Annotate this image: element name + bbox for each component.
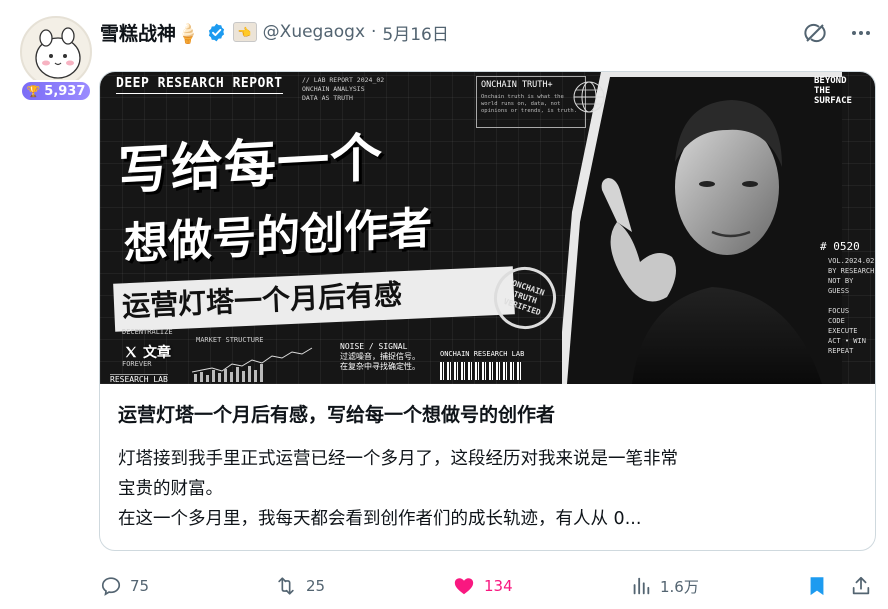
globe-icon: [573, 81, 605, 113]
lab-meta-line: DATA AS TRUTH: [302, 94, 353, 102]
tweet-date[interactable]: 5月16日: [382, 20, 448, 45]
reply-button[interactable]: 75: [100, 570, 149, 602]
headline-line1: 写给每一个: [118, 128, 384, 202]
research-lab-label: RESEARCH LAB: [110, 374, 168, 384]
author-avatar-container[interactable]: 🏆 5,937: [18, 16, 94, 104]
side-data-line: REPEAT: [828, 347, 854, 355]
side-data-line: [828, 296, 875, 306]
beyond-line: THE: [814, 86, 831, 96]
beyond-the-surface: BEYOND THE SURFACE: [814, 76, 852, 106]
onchain-box-sub: Onchain truth is what the world runs on,…: [481, 94, 578, 114]
article-cover-image[interactable]: DEEP RESEARCH REPORT // LAB REPORT 2024_…: [100, 72, 875, 384]
portrait-illustration: [562, 72, 842, 384]
share-icon: [852, 576, 870, 595]
x-logo-icon: [125, 346, 137, 358]
onchain-truth-box: ONCHAIN TRUTH+ Onchain truth is what the…: [476, 76, 586, 128]
badge-count[interactable]: 🏆 5,937: [20, 80, 92, 102]
bunny-avatar-icon: [35, 27, 81, 79]
retweet-count: 25: [306, 577, 326, 595]
side-data-line: VOL.2024.02: [828, 257, 875, 265]
trophy-icon: 🏆: [26, 84, 41, 98]
article-type-label: 文章: [143, 345, 171, 361]
side-data-line: FOCUS: [828, 307, 850, 315]
views-count: 1.6万: [660, 577, 699, 596]
reply-icon: [101, 577, 121, 596]
retweet-button[interactable]: 25: [274, 570, 325, 602]
decentralize-label: DECENTRALIZE: [122, 328, 173, 336]
author-name[interactable]: 雪糕战神🍦: [100, 19, 200, 46]
views-button[interactable]: 1.6万: [630, 570, 699, 602]
pointing-hand-icon[interactable]: 👈: [232, 22, 257, 42]
heart-icon: [454, 578, 474, 595]
tweet-action-bar: 75 25 134 1.6万: [100, 570, 876, 602]
onchain-lab-label: ONCHAIN RESEARCH LAB: [440, 350, 525, 358]
like-button[interactable]: 134: [452, 570, 513, 602]
lab-meta: // LAB REPORT 2024_02 ONCHAIN ANALYSIS D…: [302, 76, 384, 103]
lab-meta-line: ONCHAIN ANALYSIS: [302, 85, 365, 93]
grok-icon[interactable]: [802, 20, 828, 46]
side-data: VOL.2024.02 BY RESEARCH NOT BY GUESS FOC…: [828, 256, 875, 356]
onchain-box-title: ONCHAIN TRUTH+: [481, 80, 553, 90]
separator-dot: ·: [371, 22, 377, 42]
side-data-number: # 0520: [820, 240, 860, 253]
article-card[interactable]: DEEP RESEARCH REPORT // LAB REPORT 2024_…: [99, 71, 876, 551]
side-data-line: ACT • WIN: [828, 337, 866, 345]
retweet-icon: [278, 577, 294, 595]
article-title[interactable]: 运营灯塔一个月后有感，写给每一个想做号的创作者: [118, 400, 555, 427]
author-handle[interactable]: @Xuegaogx: [263, 22, 365, 42]
verified-badge-icon[interactable]: [206, 22, 227, 43]
bookmark-button[interactable]: [806, 570, 828, 602]
views-chart-icon: [633, 577, 650, 595]
article-description-line: 宝贵的财富。: [118, 479, 223, 499]
top-actions: [802, 20, 874, 46]
beyond-line: SURFACE: [814, 96, 852, 106]
side-data-line: EXECUTE: [828, 327, 858, 335]
lab-meta-line: // LAB REPORT 2024_02: [302, 76, 385, 84]
tweet-header: 雪糕战神🍦 👈 @Xuegaogx · 5月16日: [100, 18, 449, 46]
side-data-line: BY RESEARCH: [828, 267, 875, 275]
side-data-line: NOT BY GUESS: [828, 277, 854, 295]
report-label: DEEP RESEARCH REPORT: [116, 76, 283, 94]
avatar[interactable]: [20, 16, 92, 88]
article-description-line: 在这一个多月里，我每天都会看到创作者们的成长轨迹，有人从 0...: [118, 509, 642, 529]
share-button[interactable]: [850, 570, 872, 602]
beyond-line: BEYOND: [814, 76, 847, 86]
article-description-line: 灯塔接到我手里正式运营已经一个多月了，这段经历对我来说是一笔非常: [118, 449, 678, 469]
reply-count: 75: [130, 577, 150, 595]
noise-signal-box: NOISE / SIGNAL 过滤噪音，捕捉信号。 在复杂中寻找确定性。: [340, 342, 420, 372]
badge-count-label: 5,937: [44, 83, 86, 99]
more-dots-icon[interactable]: [848, 20, 874, 46]
noise-line: NOISE / SIGNAL: [340, 342, 408, 351]
market-structure-label: MARKET STRUCTURE: [196, 336, 264, 344]
noise-line: 在复杂中寻找确定性。: [340, 362, 420, 371]
side-data-line: CODE: [828, 317, 845, 325]
article-description: 灯塔接到我手里正式运营已经一个多月了，这段经历对我来说是一笔非常 宝贵的财富。 …: [118, 444, 858, 534]
barcode-graphic: [440, 362, 522, 380]
noise-line: 过滤噪音，捕捉信号。: [340, 352, 420, 361]
decentralize-line: DECENTRALIZE: [122, 328, 173, 336]
article-type-tag: 文章: [124, 342, 171, 362]
bookmark-icon: [810, 577, 824, 596]
like-count: 134: [484, 577, 513, 595]
